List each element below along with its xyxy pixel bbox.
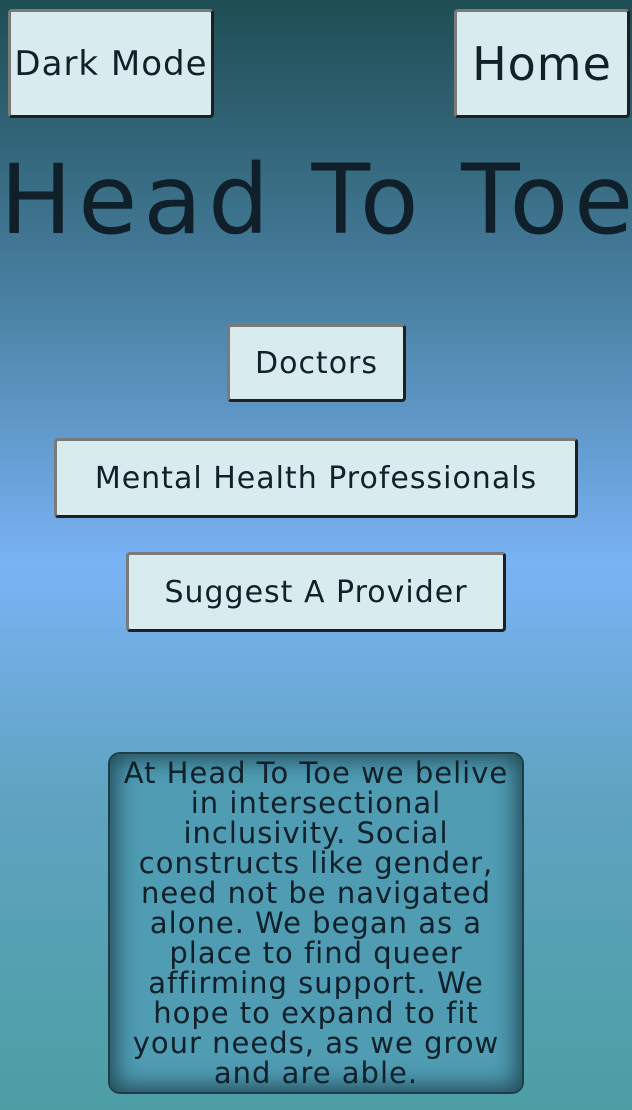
mental-health-professionals-button[interactable]: Mental Health Professionals — [54, 438, 578, 518]
page-title: Head To Toe — [0, 144, 632, 256]
about-text: At Head To Toe we belive in intersection… — [123, 756, 509, 1090]
suggest-provider-button[interactable]: Suggest A Provider — [126, 552, 506, 632]
about-panel: At Head To Toe we belive in intersection… — [108, 752, 524, 1094]
home-button[interactable]: Home — [454, 9, 630, 118]
doctors-button[interactable]: Doctors — [227, 324, 406, 402]
dark-mode-button[interactable]: Dark Mode — [8, 9, 214, 118]
